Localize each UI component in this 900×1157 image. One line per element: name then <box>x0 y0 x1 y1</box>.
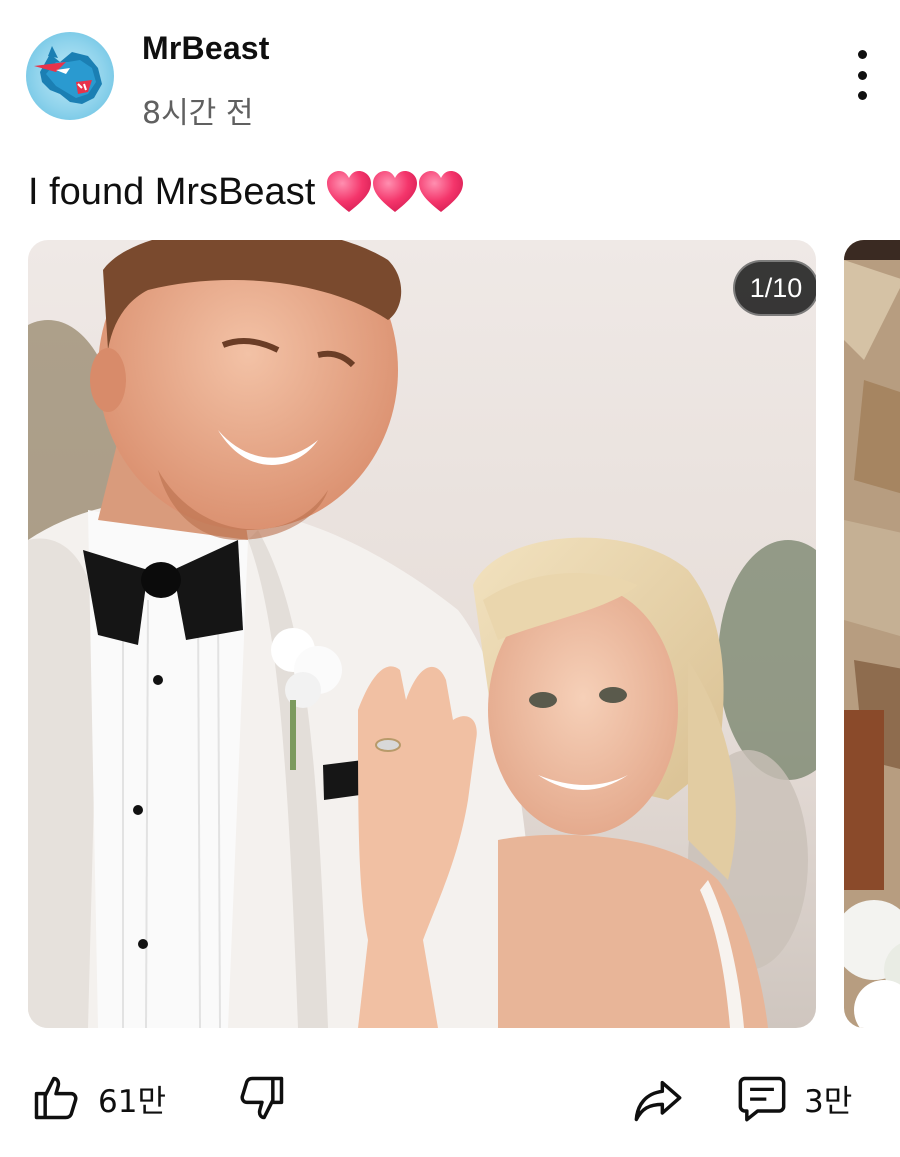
more-vertical-icon-dot <box>857 70 867 80</box>
post-action-bar: 61만 3만 <box>0 1060 900 1150</box>
carousel-image-current[interactable]: 1/10 <box>28 240 816 1028</box>
heart-emojis <box>325 169 464 215</box>
thumbs-down-icon <box>240 1076 284 1120</box>
heart-icon <box>419 171 464 212</box>
post-text: I found MrsBeast <box>28 168 464 216</box>
more-options-button[interactable] <box>840 50 884 100</box>
heart-icon <box>373 171 418 212</box>
share-icon <box>634 1080 682 1122</box>
image-carousel[interactable]: 1/10 <box>0 240 900 1030</box>
channel-name[interactable]: MrBeast <box>142 30 270 67</box>
more-vertical-icon-dot <box>857 91 867 100</box>
post-header: MrBeast 8시간 전 <box>0 0 900 150</box>
like-count: 61만 <box>98 1083 166 1120</box>
wedding-photo <box>28 240 816 1028</box>
post-body: I found MrsBeast <box>28 171 316 213</box>
channel-avatar[interactable] <box>26 32 114 120</box>
comment-button[interactable]: 3만 <box>736 1072 852 1124</box>
heart-icon <box>327 171 372 212</box>
post-timestamp: 8시간 전 <box>142 96 254 131</box>
next-photo-preview <box>844 240 900 1028</box>
carousel-image-next-preview[interactable] <box>844 240 900 1028</box>
comment-icon <box>738 1076 786 1122</box>
thumbs-up-icon <box>34 1076 78 1120</box>
share-button[interactable] <box>632 1074 684 1126</box>
comment-count: 3만 <box>804 1083 853 1120</box>
more-vertical-icon <box>857 50 867 59</box>
dislike-button[interactable] <box>236 1072 288 1124</box>
carousel-counter: 1/10 <box>733 260 816 316</box>
panther-logo-icon <box>34 46 102 104</box>
like-button[interactable]: 61만 <box>30 1072 166 1124</box>
